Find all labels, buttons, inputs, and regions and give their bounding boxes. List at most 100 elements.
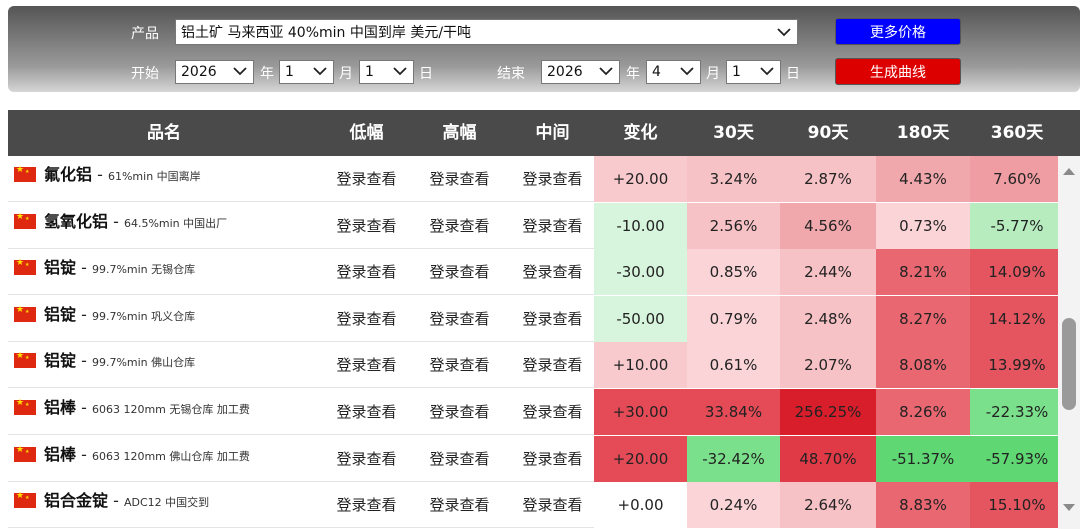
login-to-view-high[interactable]: 登录查看	[413, 296, 506, 342]
login-to-view-high[interactable]: 登录查看	[413, 249, 506, 295]
scrollbar-thumb[interactable]	[1062, 318, 1076, 410]
d30-cell: 0.61%	[687, 342, 780, 389]
login-to-view-low[interactable]: 登录查看	[320, 342, 413, 388]
login-to-view-low[interactable]: 登录查看	[320, 482, 413, 528]
end-day-unit: 日	[786, 66, 800, 82]
table-row[interactable]: 铝锭 - 99.7%min 无锡仓库登录查看登录查看登录查看-30.000.85…	[8, 249, 1064, 296]
start-day-select[interactable]: 1	[359, 60, 414, 84]
header-high: 高幅	[442, 123, 477, 143]
table-row[interactable]: 铝棒 - 6063 120mm 佛山仓库 加工费登录查看登录查看登录查看+20.…	[8, 435, 1064, 482]
product-name: 铝锭	[44, 351, 77, 371]
d180-cell: 8.26%	[876, 389, 970, 435]
generate-curve-button[interactable]: 生成曲线	[835, 58, 961, 85]
login-to-view-high[interactable]: 登录查看	[413, 342, 506, 388]
d30-cell: 0.79%	[687, 295, 780, 342]
header-360d: 360天	[990, 123, 1044, 143]
product-name-cell: 氟化铝 - 61%min 中国离岸	[44, 165, 201, 184]
d30-cell: -32.42%	[687, 435, 780, 482]
china-flag-icon	[14, 399, 36, 415]
login-to-view-high[interactable]: 登录查看	[413, 156, 506, 202]
table-row[interactable]: 铝锭 - 99.7%min 巩义仓库登录查看登录查看登录查看-50.000.79…	[8, 295, 1064, 342]
d30-cell: 3.24%	[687, 156, 780, 202]
login-to-view-high[interactable]: 登录查看	[413, 436, 506, 482]
d180-cell: 8.21%	[876, 249, 970, 296]
d90-cell: 2.64%	[780, 482, 876, 529]
d180-cell: 4.43%	[876, 156, 970, 202]
login-to-view-mid[interactable]: 登录查看	[506, 203, 599, 249]
change-cell: -10.00	[594, 202, 687, 249]
login-to-view-mid[interactable]: 登录查看	[506, 389, 599, 435]
login-to-view-low[interactable]: 登录查看	[320, 436, 413, 482]
login-to-view-mid[interactable]: 登录查看	[506, 482, 599, 528]
chevron-down-icon	[233, 67, 247, 76]
d90-cell: 2.07%	[780, 342, 876, 389]
d180-cell: 8.08%	[876, 342, 970, 389]
login-to-view-low[interactable]: 登录查看	[320, 389, 413, 435]
product-spec: 6063 120mm 无锡仓库 加工费	[91, 403, 250, 416]
start-month-select[interactable]: 1	[279, 60, 334, 84]
d360-cell: 14.09%	[970, 249, 1064, 296]
end-year-unit: 年	[626, 66, 640, 82]
product-name: 铝合金锭	[44, 491, 109, 511]
more-price-button[interactable]: 更多价格	[835, 18, 961, 45]
product-name-cell: 铝棒 - 6063 120mm 无锡仓库 加工费	[44, 398, 250, 417]
start-year-select[interactable]: 2026	[175, 60, 254, 84]
login-to-view-mid[interactable]: 登录查看	[506, 249, 599, 295]
login-to-view-low[interactable]: 登录查看	[320, 249, 413, 295]
chevron-down-icon	[393, 67, 407, 76]
product-select-value: 铝土矿 马来西亚 40%min 中国到岸 美元/干吨	[181, 25, 472, 41]
d30-cell: 33.84%	[687, 389, 780, 435]
chevron-down-icon	[680, 67, 694, 76]
product-name-cell: 氢氧化铝 - 64.5%min 中国出厂	[44, 211, 228, 231]
end-month-select[interactable]: 4	[646, 60, 701, 84]
end-year-value: 2026	[547, 64, 583, 80]
start-month-unit: 月	[339, 66, 353, 82]
table-row[interactable]: 铝棒 - 6063 120mm 无锡仓库 加工费登录查看登录查看登录查看+30.…	[8, 389, 1064, 435]
login-to-view-low[interactable]: 登录查看	[320, 156, 413, 202]
d30-cell: 0.85%	[687, 249, 780, 296]
product-name-cell: 铝锭 - 99.7%min 无锡仓库	[44, 258, 196, 278]
product-name: 铝锭	[44, 304, 77, 324]
header-low: 低幅	[349, 123, 384, 143]
login-to-view-low[interactable]: 登录查看	[320, 203, 413, 249]
china-flag-icon	[14, 492, 36, 509]
d90-cell: 2.48%	[780, 295, 876, 342]
change-cell: +0.00	[594, 482, 687, 529]
d90-cell: 256.25%	[780, 389, 876, 435]
login-to-view-high[interactable]: 登录查看	[413, 482, 506, 528]
chevron-down-icon	[599, 67, 613, 76]
table-row[interactable]: 铝合金锭 - ADC12 中国交到登录查看登录查看登录查看+0.000.24%2…	[8, 482, 1064, 529]
table-row[interactable]: 氢氧化铝 - 64.5%min 中国出厂登录查看登录查看登录查看-10.002.…	[8, 202, 1064, 249]
product-name-cell: 铝棒 - 6063 120mm 佛山仓库 加工费	[44, 444, 250, 464]
header-name: 品名	[147, 123, 181, 143]
login-to-view-mid[interactable]: 登录查看	[506, 156, 599, 202]
login-to-view-mid[interactable]: 登录查看	[506, 296, 599, 342]
product-name: 氢氧化铝	[44, 211, 109, 231]
change-cell: -30.00	[594, 249, 687, 296]
start-month-value: 1	[285, 64, 294, 80]
d360-cell: -57.93%	[970, 435, 1064, 482]
table-row[interactable]: 氟化铝 - 61%min 中国离岸登录查看登录查看登录查看+20.003.24%…	[8, 156, 1064, 202]
login-to-view-mid[interactable]: 登录查看	[506, 436, 599, 482]
login-to-view-low[interactable]: 登录查看	[320, 296, 413, 342]
login-to-view-high[interactable]: 登录查看	[413, 389, 506, 435]
china-flag-icon	[14, 213, 36, 229]
product-label: 产品	[131, 26, 159, 42]
d360-cell: 15.10%	[970, 482, 1064, 529]
product-name-cell: 铝锭 - 99.7%min 佛山仓库	[44, 351, 196, 371]
d360-cell: -22.33%	[970, 389, 1064, 435]
end-day-select[interactable]: 1	[726, 60, 781, 84]
header-30d: 30天	[713, 123, 754, 143]
d90-cell: 4.56%	[780, 202, 876, 249]
product-spec: 64.5%min 中国出厂	[123, 216, 228, 230]
header-mid: 中间	[535, 123, 570, 143]
product-select[interactable]: 铝土矿 马来西亚 40%min 中国到岸 美元/干吨	[175, 19, 798, 45]
login-to-view-high[interactable]: 登录查看	[413, 203, 506, 249]
scroll-down-icon[interactable]	[1062, 503, 1076, 513]
login-to-view-mid[interactable]: 登录查看	[506, 342, 599, 388]
china-flag-icon	[14, 446, 36, 462]
table-header: 品名 低幅 高幅 中间 变化 30天 90天 180天 360天	[8, 110, 1080, 156]
table-row[interactable]: 铝锭 - 99.7%min 佛山仓库登录查看登录查看登录查看+10.000.61…	[8, 342, 1064, 389]
scroll-up-icon[interactable]	[1062, 166, 1076, 176]
end-year-select[interactable]: 2026	[541, 60, 620, 84]
